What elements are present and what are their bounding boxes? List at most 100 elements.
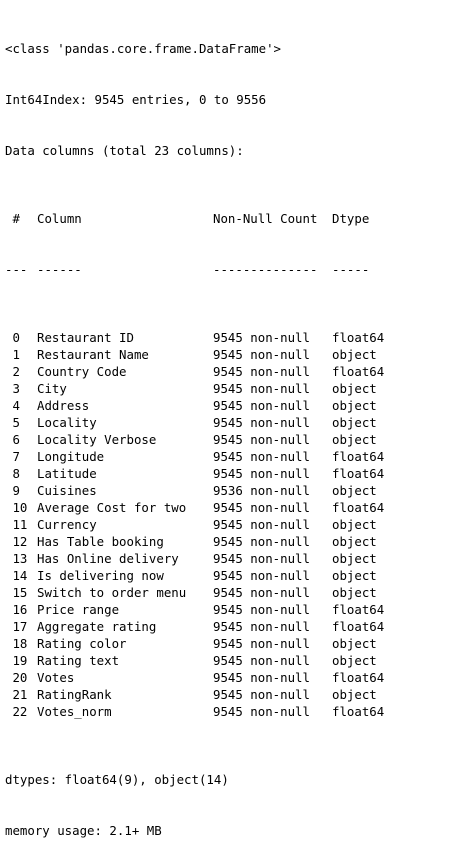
row-column-name: Cuisines — [37, 483, 97, 498]
row-non-null-count: 9545 non-null — [213, 602, 310, 617]
row-dtype: float64 — [332, 670, 385, 685]
row-non-null-count: 9545 non-null — [213, 466, 310, 481]
table-row: 4 Address 9545 non-null object — [5, 397, 455, 414]
row-dtype: object — [332, 551, 377, 566]
row-dtype: object — [332, 636, 377, 651]
table-row: 19 Rating text 9545 non-null object — [5, 652, 455, 669]
row-index: 8 — [5, 466, 20, 481]
row-dtype: object — [332, 398, 377, 413]
row-column-name: Average Cost for two — [37, 500, 187, 515]
row-dtype: float64 — [332, 704, 385, 719]
separator-index: --- — [5, 262, 28, 277]
row-index: 16 — [5, 602, 28, 617]
row-index: 20 — [5, 670, 28, 685]
row-dtype: object — [332, 347, 377, 362]
row-non-null-count: 9545 non-null — [213, 381, 310, 396]
row-index: 17 — [5, 619, 28, 634]
row-column-name: RatingRank — [37, 687, 112, 702]
header-index: # — [5, 211, 20, 226]
class-line: <class 'pandas.core.frame.DataFrame'> — [5, 41, 282, 56]
row-column-name: Rating text — [37, 653, 120, 668]
separator-non-null: -------------- — [213, 262, 318, 277]
memory-line: memory usage: 2.1+ MB — [5, 823, 162, 838]
row-column-name: Price range — [37, 602, 120, 617]
row-column-name: Currency — [37, 517, 97, 532]
row-index: 14 — [5, 568, 28, 583]
table-row: 7 Longitude 9545 non-null float64 — [5, 448, 455, 465]
table-row: 2 Country Code 9545 non-null float64 — [5, 363, 455, 380]
row-column-name: Address — [37, 398, 90, 413]
row-dtype: object — [332, 432, 377, 447]
row-dtype: object — [332, 415, 377, 430]
row-non-null-count: 9545 non-null — [213, 347, 310, 362]
row-index: 15 — [5, 585, 28, 600]
row-dtype: object — [332, 687, 377, 702]
row-dtype: float64 — [332, 466, 385, 481]
row-index: 0 — [5, 330, 20, 345]
row-non-null-count: 9536 non-null — [213, 483, 310, 498]
table-row: 17 Aggregate rating 9545 non-null float64 — [5, 618, 455, 635]
row-dtype: float64 — [332, 500, 385, 515]
row-dtype: float64 — [332, 330, 385, 345]
row-index: 4 — [5, 398, 20, 413]
columns-line: Data columns (total 23 columns): — [5, 143, 244, 158]
row-column-name: Votes — [37, 670, 75, 685]
dtypes-line: dtypes: float64(9), object(14) — [5, 772, 229, 787]
table-row: 13 Has Online delivery 9545 non-null object — [5, 550, 455, 567]
row-dtype: float64 — [332, 449, 385, 464]
row-index: 9 — [5, 483, 20, 498]
row-dtype: object — [332, 381, 377, 396]
index-line: Int64Index: 9545 entries, 0 to 9556 — [5, 92, 267, 107]
row-column-name: Has Online delivery — [37, 551, 179, 566]
row-column-name: Latitude — [37, 466, 97, 481]
table-row: 5 Locality 9545 non-null object — [5, 414, 455, 431]
row-non-null-count: 9545 non-null — [213, 330, 310, 345]
row-index: 19 — [5, 653, 28, 668]
row-column-name: Is delivering now — [37, 568, 164, 583]
table-row: 21 RatingRank 9545 non-null object — [5, 686, 455, 703]
table-row: 1 Restaurant Name 9545 non-null object — [5, 346, 455, 363]
row-index: 2 — [5, 364, 20, 379]
table-header-row: # Column Non-Null Count Dtype — [5, 210, 455, 227]
header-dtype: Dtype — [332, 211, 370, 226]
row-non-null-count: 9545 non-null — [213, 653, 310, 668]
table-row: 18 Rating color 9545 non-null object — [5, 635, 455, 652]
table-separator-row: --- ------ -------------- ----- — [5, 261, 455, 278]
header-column: Column — [37, 211, 82, 226]
row-non-null-count: 9545 non-null — [213, 687, 310, 702]
table-row: 10 Average Cost for two 9545 non-null float… — [5, 499, 455, 516]
table-row: 6 Locality Verbose 9545 non-null object — [5, 431, 455, 448]
row-non-null-count: 9545 non-null — [213, 500, 310, 515]
row-non-null-count: 9545 non-null — [213, 364, 310, 379]
separator-dtype: ----- — [332, 262, 370, 277]
row-dtype: object — [332, 483, 377, 498]
table-row: 8 Latitude 9545 non-null float64 — [5, 465, 455, 482]
row-index: 3 — [5, 381, 20, 396]
row-non-null-count: 9545 non-null — [213, 585, 310, 600]
row-non-null-count: 9545 non-null — [213, 398, 310, 413]
row-column-name: Restaurant ID — [37, 330, 134, 345]
table-row: 3 City 9545 non-null object — [5, 380, 455, 397]
row-column-name: Aggregate rating — [37, 619, 157, 634]
row-non-null-count: 9545 non-null — [213, 449, 310, 464]
separator-column: ------ — [37, 262, 82, 277]
table-row: 14 Is delivering now 9545 non-null object — [5, 567, 455, 584]
row-index: 21 — [5, 687, 28, 702]
row-dtype: object — [332, 653, 377, 668]
row-index: 5 — [5, 415, 20, 430]
row-non-null-count: 9545 non-null — [213, 636, 310, 651]
row-index: 6 — [5, 432, 20, 447]
row-non-null-count: 9545 non-null — [213, 670, 310, 685]
row-non-null-count: 9545 non-null — [213, 551, 310, 566]
row-index: 1 — [5, 347, 20, 362]
table-row: 0 Restaurant ID 9545 non-null float64 — [5, 329, 455, 346]
row-index: 13 — [5, 551, 28, 566]
row-column-name: Switch to order menu — [37, 585, 187, 600]
table-row: 12 Has Table booking 9545 non-null object — [5, 533, 455, 550]
row-column-name: Restaurant Name — [37, 347, 149, 362]
row-dtype: float64 — [332, 619, 385, 634]
row-dtype: float64 — [332, 364, 385, 379]
row-column-name: Has Table booking — [37, 534, 164, 549]
dataframe-info-output: <class 'pandas.core.frame.DataFrame'> In… — [5, 6, 455, 856]
row-dtype: object — [332, 517, 377, 532]
